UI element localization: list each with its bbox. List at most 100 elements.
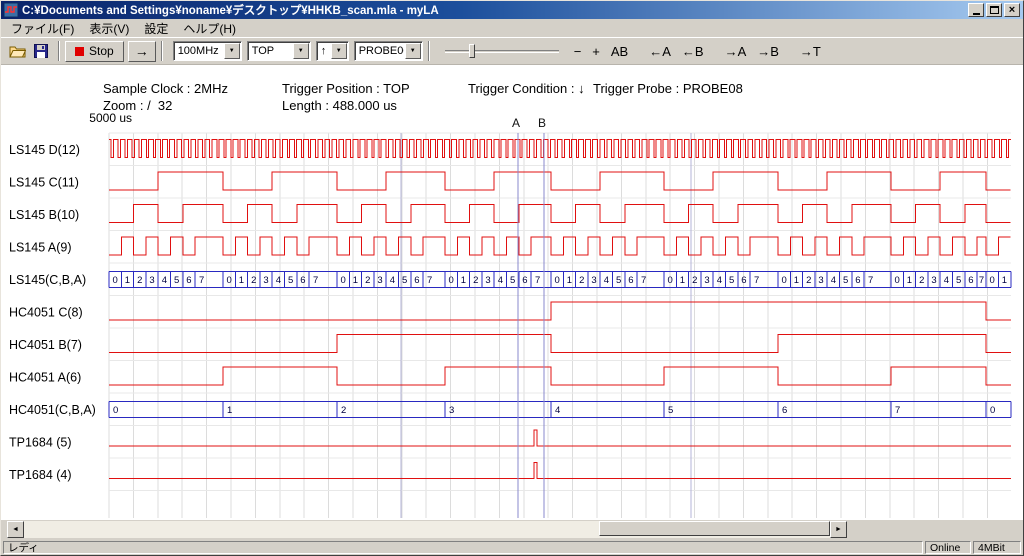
goto-cursor-a-button[interactable]: →A — [721, 42, 751, 61]
goto-cursor-b-button[interactable]: →B — [753, 42, 783, 61]
close-button[interactable]: × — [1004, 3, 1020, 17]
menu-settings[interactable]: 設定 — [137, 18, 176, 39]
bus-value: 6 — [855, 275, 860, 286]
horizontal-scrollbar[interactable]: ◄ ► — [7, 521, 847, 538]
status-ready-text: レディ — [8, 540, 39, 555]
stop-button[interactable]: Stop — [65, 41, 124, 62]
chevron-down-icon[interactable]: ▼ — [293, 43, 309, 59]
cursor-label: A — [512, 116, 520, 130]
open-file-button[interactable] — [5, 40, 29, 62]
trigger-edge-value: ↑ — [317, 45, 330, 57]
bus-value: 0 — [782, 275, 787, 286]
trigger-edge-select[interactable]: ↑ ▼ — [316, 41, 349, 61]
bus-value: 3 — [377, 275, 382, 286]
channel-row-2: LS145 B(10) — [9, 204, 1011, 222]
scrollbar-thumb[interactable] — [599, 521, 830, 536]
bus-value: 5 — [668, 405, 673, 416]
bus-value: 1 — [353, 275, 358, 286]
channel-row-4: LS145(C,B,A)0123456701234567012345670123… — [9, 271, 1011, 287]
bus-value: 0 — [668, 275, 673, 286]
bus-value: 0 — [555, 275, 560, 286]
bus-value: 4 — [276, 275, 281, 286]
bus-value: 2 — [692, 275, 697, 286]
bus-value: 0 — [449, 275, 454, 286]
chevron-down-icon[interactable]: ▼ — [224, 43, 240, 59]
goto-trigger-button[interactable]: →T — [796, 42, 825, 61]
channel-row-5: HC4051 C(8) — [9, 302, 1011, 320]
bus-value: 1 — [907, 275, 912, 286]
stop-label: Stop — [89, 44, 114, 58]
bus-value: 4 — [831, 275, 836, 286]
channel-row-7: HC4051 A(6) — [9, 367, 1011, 385]
save-button[interactable] — [29, 40, 53, 62]
cursor-ab-button[interactable]: AB — [607, 42, 632, 61]
zoom-in-button[interactable]: + — [588, 42, 604, 61]
channel-row-0: LS145 D(12) — [9, 139, 1011, 157]
menu-file[interactable]: ファイル(F) — [4, 18, 82, 39]
zoom-slider[interactable] — [443, 41, 561, 61]
waveform-display: LS145 D(12) LS145 C(11) LS145 B(10) LS145 A… — [1, 108, 1017, 520]
bus-value: 7 — [754, 275, 759, 286]
bus-value: 1 — [1002, 275, 1007, 286]
trigger-position-select[interactable]: TOP ▼ — [247, 41, 311, 61]
stop-icon — [75, 47, 84, 56]
bus-value: 6 — [300, 275, 305, 286]
sample-clock-select[interactable]: 100MHz ▼ — [173, 41, 242, 61]
bus-value: 2 — [341, 405, 346, 416]
zoom-out-button[interactable]: − — [570, 42, 586, 61]
bus-value: 1 — [680, 275, 685, 286]
bus-value: 3 — [818, 275, 823, 286]
menu-help[interactable]: ヘルプ(H) — [176, 18, 244, 39]
bus-value: 2 — [365, 275, 370, 286]
bus-value: 6 — [628, 275, 633, 286]
chevron-down-icon[interactable]: ▼ — [405, 43, 421, 59]
bus-value: 4 — [162, 275, 167, 286]
channel-row-3: LS145 A(9) — [9, 237, 1011, 255]
trigger-condition-info: Trigger Condition : ↓ — [468, 81, 585, 96]
channel-label: LS145 A(9) — [9, 240, 72, 254]
status-online-badge: Online — [925, 541, 971, 554]
bus-value: 3 — [263, 275, 268, 286]
bus-value: 1 — [567, 275, 572, 286]
bus-value: 0 — [341, 275, 346, 286]
title-bar[interactable]: C:¥Documents and Settings¥noname¥デスクトップ¥… — [1, 1, 1023, 19]
minimize-button[interactable] — [968, 3, 984, 17]
waveform-client-area: Sample Clock : 2MHz Trigger Position : T… — [1, 65, 1023, 520]
bus-value: 1 — [239, 275, 244, 286]
channel-row-10: TP1684 (4) — [9, 462, 1011, 482]
status-memory-badge: 4MBit — [973, 541, 1021, 554]
bus-value: 3 — [704, 275, 709, 286]
set-cursor-b-button[interactable]: ←B — [678, 42, 708, 61]
trace — [109, 367, 1011, 385]
channel-label: LS145(C,B,A) — [9, 273, 86, 287]
channel-row-6: HC4051 B(7) — [9, 334, 1011, 352]
maximize-button[interactable] — [986, 3, 1002, 17]
chevron-down-icon[interactable]: ▼ — [331, 43, 347, 59]
bus-value: 6 — [968, 275, 973, 286]
channel-label: LS145 C(11) — [9, 175, 79, 189]
trace — [109, 462, 1011, 478]
trigger-probe-select[interactable]: PROBE00 ▼ — [354, 41, 423, 61]
close-icon: × — [1009, 5, 1015, 15]
app-window: C:¥Documents and Settings¥noname¥デスクトップ¥… — [0, 0, 1024, 556]
menu-view[interactable]: 表示(V) — [82, 18, 137, 39]
channel-row-1: LS145 C(11) — [9, 172, 1011, 190]
scrollbar-track[interactable] — [24, 521, 830, 538]
bus-value: 6 — [414, 275, 419, 286]
slider-thumb[interactable] — [469, 44, 475, 58]
bus-value: 4 — [555, 405, 560, 416]
toolbar: Stop → 100MHz ▼ TOP ▼ ↑ ▼ PROBE00 ▼ − + … — [1, 38, 1023, 65]
set-cursor-a-button[interactable]: ←A — [645, 42, 675, 61]
scroll-right-button[interactable]: ► — [830, 521, 847, 538]
channel-label: HC4051 B(7) — [9, 338, 82, 352]
maximize-icon — [990, 6, 999, 14]
run-button[interactable]: → — [128, 41, 156, 62]
bus-value: 7 — [313, 275, 318, 286]
bus-value: 2 — [473, 275, 478, 286]
bus-value: 2 — [579, 275, 584, 286]
bus-value: 1 — [227, 405, 232, 416]
waveform-grid — [109, 133, 1011, 518]
bus-value: 1 — [461, 275, 466, 286]
scroll-left-button[interactable]: ◄ — [7, 521, 24, 538]
bus-value: 4 — [944, 275, 949, 286]
